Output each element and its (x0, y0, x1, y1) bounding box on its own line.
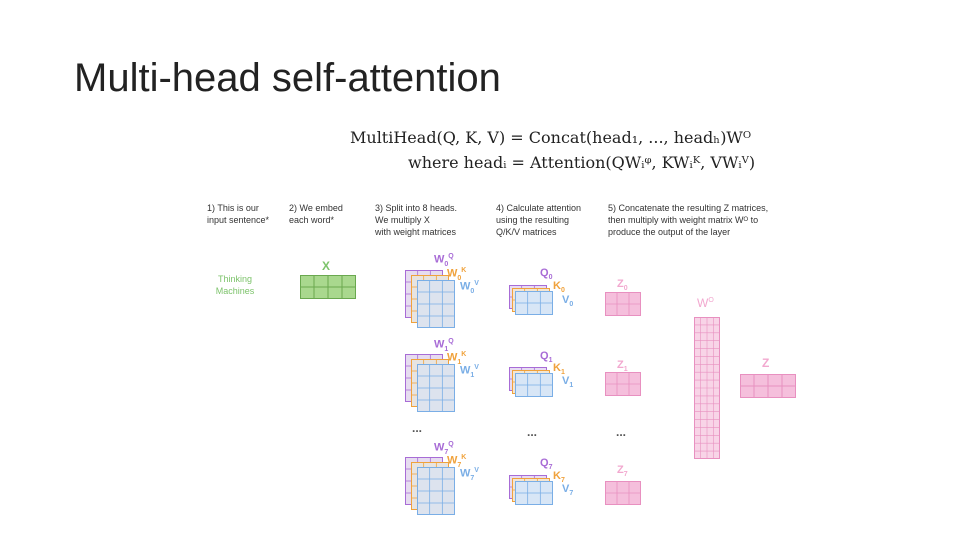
step-2-line-2: each word* (289, 215, 335, 225)
z7-text: Z (617, 464, 624, 476)
z1-text: Z (617, 359, 624, 371)
z0-text: Z (617, 278, 624, 290)
step-4-line-3: Q/K/V matrices (496, 227, 557, 237)
q1-sub: 1 (548, 357, 553, 365)
z0-matrix (605, 292, 641, 316)
wo-text: W (697, 296, 709, 310)
w1q-sup: Q (448, 338, 454, 345)
w0v-sup: V (474, 280, 479, 287)
step-5-line-3: produce the output of the layer (608, 227, 731, 237)
w7v-sup: V (474, 467, 479, 474)
step-4: 4) Calculate attention using the resulti… (496, 202, 581, 238)
formula-line-1: MultiHead(Q, K, V) = Concat(head₁, ..., … (350, 128, 752, 147)
step-4-line-1: 4) Calculate attention (496, 203, 582, 213)
step-1-line-2: input sentence* (207, 215, 270, 225)
formula-multihead: MultiHead(Q, K, V) = Concat(head₁, ..., … (350, 128, 751, 147)
z7-matrix (605, 481, 641, 505)
q7-label: Q7 (540, 457, 552, 471)
input-word-1: Thinking (217, 274, 253, 284)
w7q-sup: Q (448, 441, 454, 448)
step-5-line-2: then multiply with weight matrix Wᴼ to (608, 215, 759, 225)
z7-label: Z7 (617, 464, 628, 478)
w1v-sub: 1 (470, 371, 475, 379)
x-label: X (322, 259, 331, 273)
step-4-line-2: using the resulting (496, 215, 570, 225)
formula-line-2: where headᵢ = Attention(QWᵢᵠ, KWᵢᴷ, VWᵢⱽ… (408, 153, 756, 172)
step-2-line-1: 2) We embed (289, 203, 343, 213)
w7k-sup: K (461, 454, 467, 461)
k0-label: K0 (553, 280, 565, 294)
v0-sub: 0 (569, 301, 574, 309)
w1k-sup: K (461, 351, 467, 358)
step-5-line-1: 5) Concatenate the resulting Z matrices, (608, 203, 769, 213)
input-sentence: Thinking Machines (205, 273, 265, 297)
w0q-text: W (434, 253, 445, 266)
wo-sup: O (708, 297, 714, 304)
input-word-2: Machines (215, 286, 255, 296)
w7v-matrix (417, 467, 455, 515)
q0-label: Q0 (540, 267, 552, 281)
step-1-line-1: 1) This is our (207, 203, 259, 213)
w0v-matrix (417, 280, 455, 328)
w0q-label: W0Q (434, 253, 454, 268)
x-matrix (300, 275, 356, 299)
v1-matrix (515, 373, 553, 397)
z0-label: Z0 (617, 278, 628, 292)
w0v-text: W (460, 280, 471, 293)
w0k-sup: K (461, 267, 467, 274)
ellipsis-qkv: ... (527, 425, 538, 439)
w1v-label: W1V (460, 364, 479, 379)
v1-sub: 1 (569, 382, 574, 390)
k0-text: K (553, 280, 561, 292)
w0v-label: W0V (460, 280, 479, 295)
q7-text: Q (540, 457, 549, 469)
v7-sub: 7 (569, 490, 574, 498)
w0v-sub: 0 (470, 287, 475, 295)
z7-sub: 7 (623, 471, 628, 479)
step-3: 3) Split into 8 heads. We multiply X wit… (375, 202, 457, 238)
step-3-line-1: 3) Split into 8 heads. (375, 203, 458, 213)
step-3-line-2: We multiply X (375, 215, 430, 225)
q7-sub: 7 (548, 464, 553, 472)
wo-label: WO (697, 296, 714, 310)
w1v-matrix (417, 364, 455, 412)
step-5: 5) Concatenate the resulting Z matrices,… (608, 202, 768, 238)
v7-label: V7 (562, 483, 573, 497)
w7v-sub: 7 (470, 474, 475, 482)
w1q-text: W (434, 338, 445, 351)
q1-label: Q1 (540, 350, 552, 364)
w0q-sup: Q (448, 253, 454, 260)
w7v-label: W7V (460, 467, 479, 482)
step-2: 2) We embed each word* (289, 202, 343, 226)
wo-matrix (694, 317, 720, 459)
v0-label: V0 (562, 294, 573, 308)
v1-label: V1 (562, 375, 573, 389)
w1v-sup: V (474, 364, 479, 371)
formula-head: where headᵢ = Attention(QWᵢᵠ, KWᵢᴷ, VWᵢⱽ… (408, 153, 755, 172)
slide-title: Multi-head self-attention (74, 56, 501, 100)
step-1: 1) This is our input sentence* (207, 202, 269, 226)
ellipsis-z: ... (616, 425, 627, 439)
ellipsis-w: ... (412, 421, 423, 435)
k1-text: K (553, 362, 561, 374)
q0-text: Q (540, 267, 549, 279)
z1-matrix (605, 372, 641, 396)
w1v-text: W (460, 364, 471, 377)
v0-matrix (515, 291, 553, 315)
z-output-label: Z (762, 356, 770, 370)
w7v-text: W (460, 467, 471, 480)
q1-text: Q (540, 350, 549, 362)
w7q-text: W (434, 441, 445, 454)
q0-sub: 0 (548, 274, 553, 282)
step-3-line-3: with weight matrices (375, 227, 457, 237)
z-output-matrix (740, 374, 796, 398)
k7-text: K (553, 470, 561, 482)
v7-matrix (515, 481, 553, 505)
